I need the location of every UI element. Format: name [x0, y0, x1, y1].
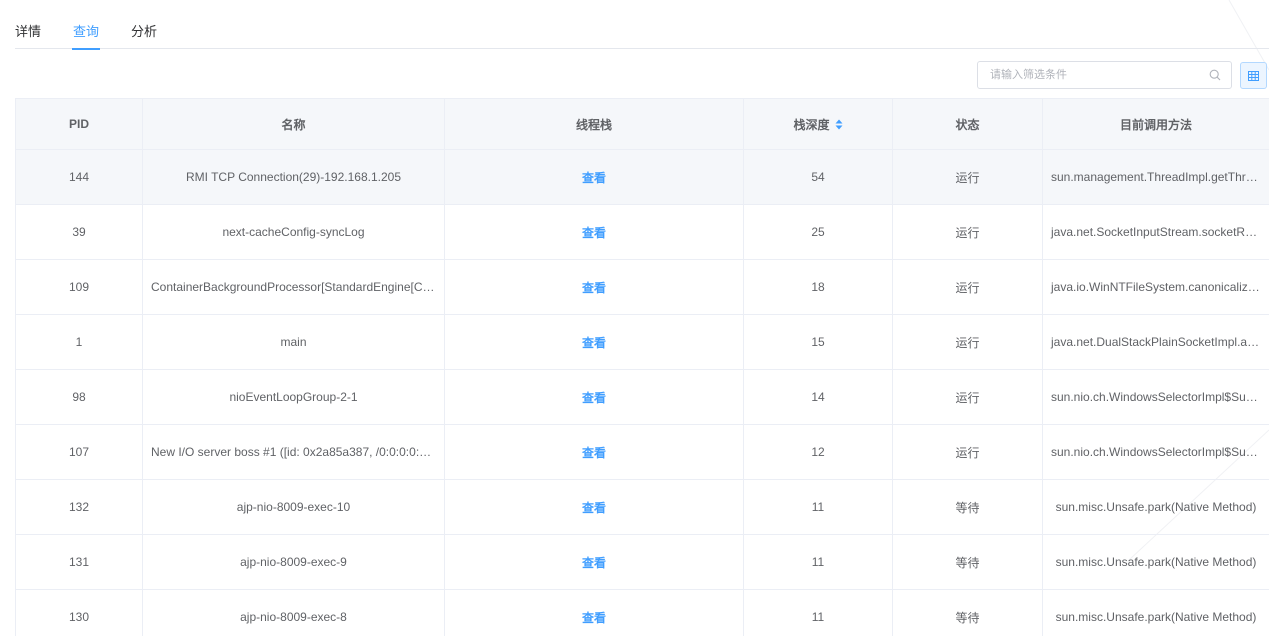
cell-method: sun.nio.ch.WindowsSelectorImpl$SubSelect… — [1042, 369, 1269, 425]
cell-depth: 12 — [743, 424, 893, 480]
sort-icon[interactable] — [835, 119, 843, 130]
view-stack-link[interactable]: 查看 — [444, 479, 744, 535]
grid-icon — [1248, 70, 1259, 81]
table-row: 131 ajp-nio-8009-exec-9 查看 11 等待 sun.misc.Uns… — [15, 534, 1269, 590]
cell-method: java.net.SocketInputStream.socketRead0(N… — [1042, 204, 1269, 260]
cell-name: ajp-nio-8009-exec-10 — [142, 479, 445, 535]
view-stack-link[interactable]: 查看 — [444, 534, 744, 590]
cell-pid: 144 — [15, 149, 143, 205]
column-settings-button[interactable] — [1240, 62, 1267, 89]
table-row: 107 New I/O server boss #1 ([id: 0x2a85a3… — [15, 424, 1269, 480]
cell-status: 等待 — [892, 479, 1043, 535]
view-stack-link[interactable]: 查看 — [444, 314, 744, 370]
cell-status: 运行 — [892, 204, 1043, 260]
cell-name: nioEventLoopGroup-2-1 — [142, 369, 445, 425]
cell-pid: 39 — [15, 204, 143, 260]
cell-method: sun.misc.Unsafe.park(Native Method) — [1042, 534, 1269, 590]
view-stack-link[interactable]: 查看 — [444, 259, 744, 315]
cell-depth: 54 — [743, 149, 893, 205]
cell-depth: 15 — [743, 314, 893, 370]
table-row: 98 nioEventLoopGroup-2-1 查看 14 运行 sun.nio.ch.… — [15, 369, 1269, 425]
cell-method: sun.misc.Unsafe.park(Native Method) — [1042, 479, 1269, 535]
table-row: 132 ajp-nio-8009-exec-10 查看 11 等待 sun.misc.Un… — [15, 479, 1269, 535]
cell-name: ajp-nio-8009-exec-9 — [142, 534, 445, 590]
filter-search-box — [977, 61, 1232, 89]
cell-method: sun.management.ThreadImpl.getThreadInfo1… — [1042, 149, 1269, 205]
table-header-row: PID 名称 线程栈 栈深度 状态 目前调用方法 — [15, 98, 1269, 150]
column-header-name: 名称 — [142, 98, 445, 150]
cell-pid: 131 — [15, 534, 143, 590]
cell-status: 运行 — [892, 424, 1043, 480]
table-row: 130 ajp-nio-8009-exec-8 查看 11 等待 sun.misc.Uns… — [15, 589, 1269, 636]
cell-status: 等待 — [892, 534, 1043, 590]
view-stack-link[interactable]: 查看 — [444, 149, 744, 205]
cell-depth: 11 — [743, 534, 893, 590]
tab-details[interactable]: 详情 — [15, 22, 41, 49]
cell-pid: 130 — [15, 589, 143, 636]
cell-depth: 14 — [743, 369, 893, 425]
view-stack-link[interactable]: 查看 — [444, 369, 744, 425]
cell-name: next-cacheConfig-syncLog — [142, 204, 445, 260]
cell-pid: 109 — [15, 259, 143, 315]
tab-bar: 详情 查询 分析 — [15, 0, 1269, 50]
cell-method: java.io.WinNTFileSystem.canonicalize0(Na… — [1042, 259, 1269, 315]
column-header-depth-label: 栈深度 — [793, 117, 830, 132]
filter-input[interactable] — [978, 62, 1198, 88]
cell-status: 运行 — [892, 259, 1043, 315]
cell-depth: 18 — [743, 259, 893, 315]
cell-status: 运行 — [892, 314, 1043, 370]
cell-pid: 132 — [15, 479, 143, 535]
cell-pid: 107 — [15, 424, 143, 480]
column-header-pid: PID — [15, 98, 143, 150]
cell-status: 等待 — [892, 589, 1043, 636]
cell-pid: 98 — [15, 369, 143, 425]
cell-status: 运行 — [892, 149, 1043, 205]
cell-name: New I/O server boss #1 ([id: 0x2a85a387,… — [142, 424, 445, 480]
search-icon[interactable] — [1209, 69, 1221, 81]
cell-method: sun.misc.Unsafe.park(Native Method) — [1042, 589, 1269, 636]
cell-name: ajp-nio-8009-exec-8 — [142, 589, 445, 636]
table-row: 1 main 查看 15 运行 java.net.DualStackPlainSocket… — [15, 314, 1269, 370]
cell-status: 运行 — [892, 369, 1043, 425]
tab-analysis[interactable]: 分析 — [131, 22, 157, 49]
table-row: 144 RMI TCP Connection(29)-192.168.1.205 查… — [15, 149, 1269, 205]
view-stack-link[interactable]: 查看 — [444, 424, 744, 480]
cell-method: sun.nio.ch.WindowsSelectorImpl$SubSelect… — [1042, 424, 1269, 480]
cell-pid: 1 — [15, 314, 143, 370]
cell-depth: 11 — [743, 479, 893, 535]
cell-depth: 11 — [743, 589, 893, 636]
view-stack-link[interactable]: 查看 — [444, 204, 744, 260]
cell-name: RMI TCP Connection(29)-192.168.1.205 — [142, 149, 445, 205]
column-header-depth[interactable]: 栈深度 — [743, 98, 893, 150]
cell-method: java.net.DualStackPlainSocketImpl.accept… — [1042, 314, 1269, 370]
cell-name: main — [142, 314, 445, 370]
column-header-stack: 线程栈 — [444, 98, 744, 150]
column-header-status: 状态 — [892, 98, 1043, 150]
column-header-method: 目前调用方法 — [1042, 98, 1269, 150]
table-row: 109 ContainerBackgroundProcessor[Standard… — [15, 259, 1269, 315]
tab-query[interactable]: 查询 — [71, 22, 101, 50]
view-stack-link[interactable]: 查看 — [444, 589, 744, 636]
table-row: 39 next-cacheConfig-syncLog 查看 25 运行 java.net… — [15, 204, 1269, 260]
cell-name: ContainerBackgroundProcessor[StandardEng… — [142, 259, 445, 315]
thread-table: PID 名称 线程栈 栈深度 状态 目前调用方法 144 RMI TCP Conn… — [15, 98, 1269, 636]
cell-depth: 25 — [743, 204, 893, 260]
